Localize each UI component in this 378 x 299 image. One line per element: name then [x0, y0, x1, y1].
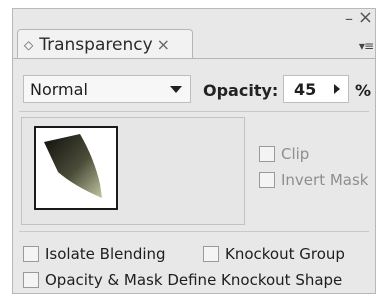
divider: [19, 231, 369, 232]
blend-mode-dropdown[interactable]: Normal: [23, 75, 191, 103]
artwork-shape-icon: [44, 134, 102, 198]
opacity-value: 45: [294, 79, 317, 99]
artwork-thumbnail[interactable]: [34, 126, 118, 210]
divider: [19, 111, 369, 112]
opacity-input[interactable]: 45: [283, 75, 349, 103]
opacity-slider-arrow-icon[interactable]: [334, 84, 340, 94]
panel-body: Normal Opacity: 45 % Clip Invert Mask Is…: [13, 59, 375, 293]
knockout-group-checkbox[interactable]: [203, 246, 219, 262]
opacity-label: Opacity:: [203, 81, 279, 100]
tab-transparency[interactable]: ◇ Transparency ×: [17, 29, 193, 59]
dropdown-arrow-icon[interactable]: [170, 86, 182, 93]
transparency-panel: – × ◇ Transparency × ▾≡ Normal Opacity: …: [12, 7, 376, 294]
opacity-unit: %: [355, 81, 372, 100]
clip-option[interactable]: Clip: [259, 145, 309, 163]
invert-mask-checkbox[interactable]: [259, 172, 275, 188]
close-button[interactable]: ×: [358, 7, 373, 28]
isolate-blending-option[interactable]: Isolate Blending: [23, 245, 166, 263]
blend-mode-value: Normal: [30, 79, 88, 99]
tab-label: Transparency: [39, 34, 153, 55]
panel-title-bar: – ×: [13, 7, 375, 31]
isolate-blending-label: Isolate Blending: [45, 245, 166, 263]
invert-mask-option[interactable]: Invert Mask: [259, 171, 369, 189]
knockout-group-option[interactable]: Knockout Group: [203, 245, 345, 263]
opacity-mask-knockout-label: Opacity & Mask Define Knockout Shape: [45, 271, 343, 289]
invert-mask-label: Invert Mask: [281, 171, 369, 189]
opacity-mask-knockout-option[interactable]: Opacity & Mask Define Knockout Shape: [23, 271, 342, 289]
clip-label: Clip: [281, 145, 310, 163]
minimize-button[interactable]: –: [345, 9, 353, 28]
clip-checkbox[interactable]: [259, 146, 275, 162]
opacity-mask-knockout-checkbox[interactable]: [23, 272, 39, 288]
isolate-blending-checkbox[interactable]: [23, 246, 39, 262]
panel-menu-icon[interactable]: ▾≡: [359, 39, 374, 53]
mask-preview-area: [21, 117, 245, 225]
tab-close-icon[interactable]: ×: [157, 35, 170, 54]
knockout-group-label: Knockout Group: [225, 245, 345, 263]
tab-grip-icon: ◇: [24, 37, 34, 52]
